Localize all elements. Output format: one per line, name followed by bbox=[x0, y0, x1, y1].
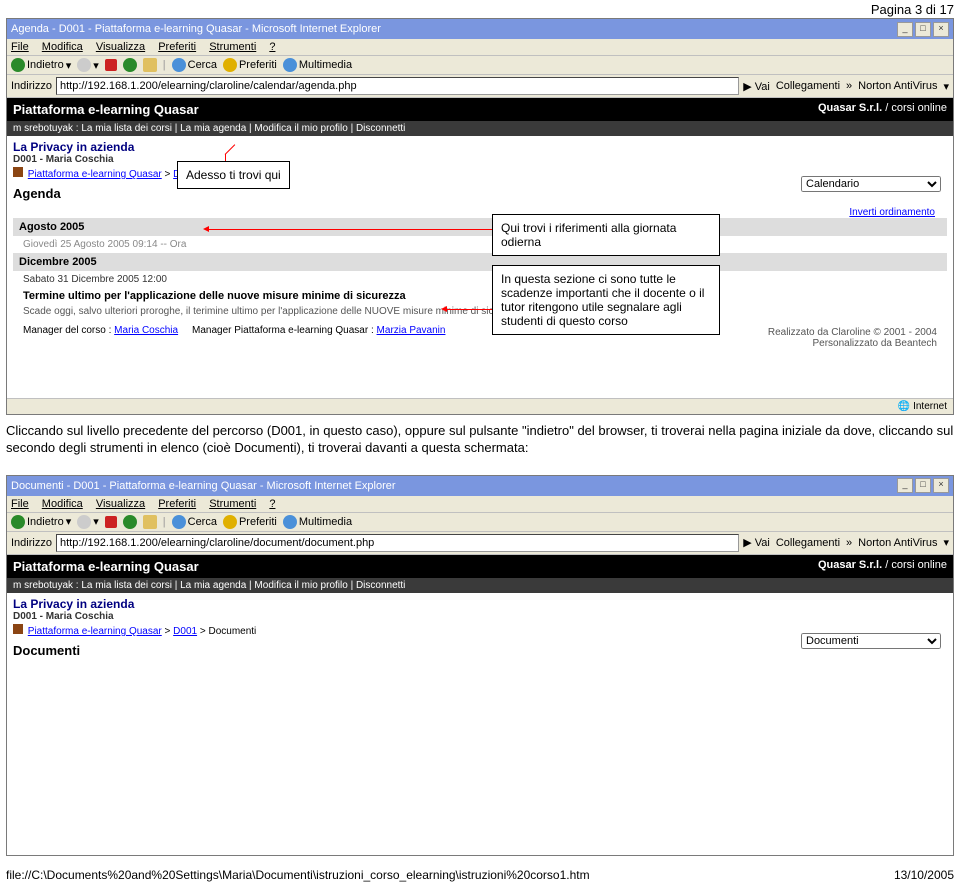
maximize-button[interactable]: □ bbox=[915, 478, 931, 493]
links-button[interactable]: Collegamenti bbox=[776, 80, 840, 92]
norton-label: Norton AntiVirus bbox=[858, 537, 937, 549]
favorites-button[interactable]: Preferiti bbox=[223, 58, 277, 72]
address-input[interactable] bbox=[56, 77, 739, 95]
footer-path: file://C:\Documents%20and%20Settings\Mar… bbox=[6, 868, 590, 882]
window-title: Documenti - D001 - Piattaforma e-learnin… bbox=[11, 480, 396, 492]
course-code: D001 - Maria Coschia bbox=[13, 154, 947, 165]
menu-favorites[interactable]: Preferiti bbox=[158, 41, 196, 53]
menu-help[interactable]: ? bbox=[269, 498, 275, 510]
maximize-button[interactable]: □ bbox=[915, 22, 931, 37]
home-icon bbox=[13, 624, 23, 634]
footer-date: 13/10/2005 bbox=[894, 868, 954, 882]
address-bar: Indirizzo ▶ Vai Collegamenti» Norton Ant… bbox=[7, 532, 953, 555]
page-content: Piattaforma e-learning Quasar Quasar S.r… bbox=[7, 98, 953, 398]
menu-view[interactable]: Visualizza bbox=[96, 41, 145, 53]
menubar: File Modifica Visualizza Preferiti Strum… bbox=[7, 496, 953, 513]
back-button[interactable]: Indietro ▾ bbox=[11, 58, 71, 72]
user-nav[interactable]: m srebotuyak : La mia lista dei corsi | … bbox=[7, 121, 953, 136]
page-number: Pagina 3 di 17 bbox=[871, 2, 954, 17]
month-header-2: Dicembre 2005 bbox=[13, 253, 947, 271]
platform-header: Piattaforma e-learning Quasar Quasar S.r… bbox=[7, 98, 953, 121]
back-button[interactable]: Indietro ▾ bbox=[11, 515, 71, 529]
browser-window-2: Documenti - D001 - Piattaforma e-learnin… bbox=[6, 475, 954, 856]
address-label: Indirizzo bbox=[11, 80, 52, 92]
home-button[interactable] bbox=[143, 515, 157, 529]
platform-title: Piattaforma e-learning Quasar bbox=[13, 102, 199, 117]
manager-link[interactable]: Maria Coschia bbox=[114, 325, 178, 336]
platform-header: Piattaforma e-learning Quasar Quasar S.r… bbox=[7, 555, 953, 578]
search-button[interactable]: Cerca bbox=[172, 515, 217, 529]
manager2-link[interactable]: Marzia Pavanin bbox=[377, 325, 446, 336]
address-bar: Indirizzo ▶ Vai Collegamenti» Norton Ant… bbox=[7, 75, 953, 98]
refresh-button[interactable] bbox=[123, 515, 137, 529]
menu-edit[interactable]: Modifica bbox=[42, 41, 83, 53]
close-button[interactable]: × bbox=[933, 22, 949, 37]
callout-1: Adesso ti trovi qui bbox=[177, 161, 290, 189]
menubar: File Modifica Visualizza Preferiti Strum… bbox=[7, 39, 953, 56]
breadcrumb-home[interactable]: Piattaforma e-learning Quasar bbox=[28, 626, 162, 637]
refresh-button[interactable] bbox=[123, 58, 137, 72]
minimize-button[interactable]: _ bbox=[897, 478, 913, 493]
favorites-button[interactable]: Preferiti bbox=[223, 515, 277, 529]
close-button[interactable]: × bbox=[933, 478, 949, 493]
tool-dropdown[interactable]: Calendario bbox=[801, 176, 941, 192]
menu-tools[interactable]: Strumenti bbox=[209, 498, 256, 510]
page-content: Piattaforma e-learning Quasar Quasar S.r… bbox=[7, 555, 953, 855]
home-icon bbox=[13, 167, 23, 177]
agenda-entry-1: Giovedì 25 Agosto 2005 09:14 -- Ora bbox=[13, 236, 947, 253]
breadcrumb-current: Documenti bbox=[208, 626, 256, 637]
statusbar: 🌐 Internet bbox=[7, 398, 953, 414]
address-input[interactable] bbox=[56, 534, 739, 552]
toolbar: Indietro ▾ ▾ | Cerca Preferiti Multimedi… bbox=[7, 56, 953, 75]
menu-tools[interactable]: Strumenti bbox=[209, 41, 256, 53]
agenda-item-title: Termine ultimo per l'applicazione delle … bbox=[13, 288, 947, 304]
status-internet: 🌐 Internet bbox=[898, 401, 947, 412]
course-title: La Privacy in azienda bbox=[13, 140, 947, 154]
norton-label: Norton AntiVirus bbox=[858, 80, 937, 92]
agenda-entry-2: Sabato 31 Dicembre 2005 12:00 bbox=[13, 271, 947, 288]
manager-line: Manager del corso : Maria Coschia Manage… bbox=[13, 323, 455, 342]
status-left bbox=[13, 401, 16, 412]
titlebar: Agenda - D001 - Piattaforma e-learning Q… bbox=[7, 19, 953, 39]
media-button[interactable]: Multimedia bbox=[283, 58, 352, 72]
minimize-button[interactable]: _ bbox=[897, 22, 913, 37]
agenda-item-desc: Scade oggi, salvo ulteriori proroghe, il… bbox=[13, 304, 947, 323]
menu-help[interactable]: ? bbox=[269, 41, 275, 53]
stop-button[interactable] bbox=[105, 59, 117, 71]
menu-file[interactable]: File bbox=[11, 41, 29, 53]
stop-button[interactable] bbox=[105, 516, 117, 528]
credits: Realizzato da Claroline © 2001 - 2004 Pe… bbox=[758, 323, 947, 353]
breadcrumb-home[interactable]: Piattaforma e-learning Quasar bbox=[28, 169, 162, 180]
forward-button[interactable]: ▾ bbox=[77, 58, 99, 72]
breadcrumb-code[interactable]: D001 bbox=[173, 626, 197, 637]
course-title: La Privacy in azienda bbox=[13, 597, 947, 611]
user-nav[interactable]: m srebotuyak : La mia lista dei corsi | … bbox=[7, 578, 953, 593]
go-button[interactable]: ▶ Vai bbox=[743, 536, 770, 549]
tool-dropdown[interactable]: Documenti bbox=[801, 633, 941, 649]
browser-window-1: Agenda - D001 - Piattaforma e-learning Q… bbox=[6, 18, 954, 415]
links-button[interactable]: Collegamenti bbox=[776, 537, 840, 549]
month-header-1: Agosto 2005 bbox=[13, 218, 947, 236]
forward-button[interactable]: ▾ bbox=[77, 515, 99, 529]
home-button[interactable] bbox=[143, 58, 157, 72]
footer: file://C:\Documents%20and%20Settings\Mar… bbox=[0, 864, 960, 886]
go-button[interactable]: ▶ Vai bbox=[743, 80, 770, 93]
titlebar: Documenti - D001 - Piattaforma e-learnin… bbox=[7, 476, 953, 496]
callout-2: Qui trovi i riferimenti alla giornata od… bbox=[492, 214, 720, 256]
invert-order-link[interactable]: Inverti ordinamento bbox=[849, 207, 935, 218]
menu-file[interactable]: File bbox=[11, 498, 29, 510]
platform-title: Piattaforma e-learning Quasar bbox=[13, 559, 199, 574]
menu-favorites[interactable]: Preferiti bbox=[158, 498, 196, 510]
toolbar: Indietro ▾ ▾ | Cerca Preferiti Multimedi… bbox=[7, 513, 953, 532]
instruction-paragraph: Cliccando sul livello precedente del per… bbox=[6, 423, 954, 457]
callout-3: In questa sezione ci sono tutte le scade… bbox=[492, 265, 720, 335]
menu-edit[interactable]: Modifica bbox=[42, 498, 83, 510]
search-button[interactable]: Cerca bbox=[172, 58, 217, 72]
course-code: D001 - Maria Coschia bbox=[13, 611, 947, 622]
menu-view[interactable]: Visualizza bbox=[96, 498, 145, 510]
media-button[interactable]: Multimedia bbox=[283, 515, 352, 529]
address-label: Indirizzo bbox=[11, 537, 52, 549]
window-title: Agenda - D001 - Piattaforma e-learning Q… bbox=[11, 23, 381, 35]
